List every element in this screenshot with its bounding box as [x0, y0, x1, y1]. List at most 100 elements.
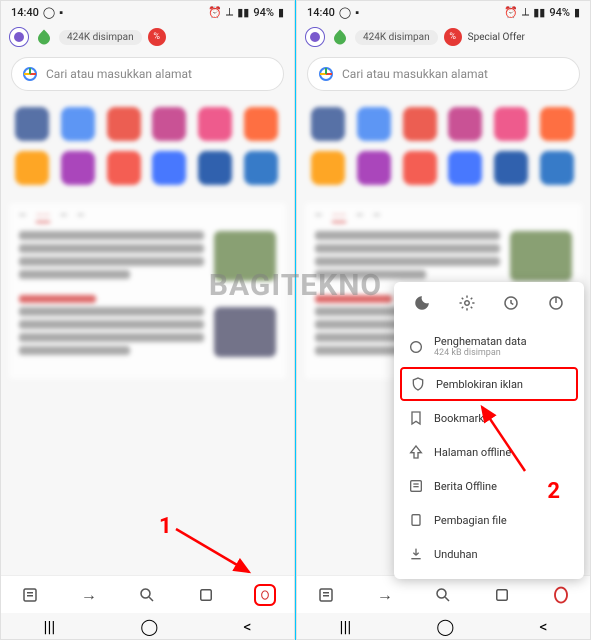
- system-nav: ||| ◯ <: [297, 613, 590, 639]
- share-icon: [408, 512, 424, 528]
- news-feed: —————: [9, 203, 286, 379]
- discount-badge[interactable]: %: [148, 28, 166, 46]
- menu-download-label: Unduhan: [434, 548, 570, 561]
- menu-data-savings-sub: 424 kB disimpan: [434, 348, 570, 358]
- search-bar[interactable]: Cari atau masukkan alamat: [11, 57, 284, 91]
- speed-dial-tile[interactable]: [494, 107, 528, 141]
- menu-data-savings[interactable]: Penghematan data 424 kB disimpan: [394, 326, 584, 367]
- menu-file-share[interactable]: Pembagian file: [394, 503, 584, 537]
- battery-text: 94%: [253, 6, 274, 19]
- feed-button[interactable]: [19, 584, 41, 606]
- feed-button[interactable]: [315, 584, 337, 606]
- speed-dial-tile[interactable]: [244, 107, 278, 141]
- search-placeholder: Cari atau masukkan alamat: [342, 67, 569, 81]
- data-savings-leaf-icon[interactable]: [35, 28, 53, 46]
- home-key[interactable]: ◯: [436, 617, 454, 636]
- status-time: 14:40: [11, 6, 39, 19]
- discount-badge[interactable]: %: [444, 28, 462, 46]
- history-icon[interactable]: [502, 294, 520, 316]
- settings-icon[interactable]: [458, 294, 476, 316]
- speed-dial-tile[interactable]: [244, 151, 278, 185]
- speed-dial-tile[interactable]: [311, 107, 345, 141]
- wifi-icon: ⟂: [522, 5, 529, 19]
- alarm-icon: ⏰: [208, 6, 222, 19]
- camera-icon: ▪: [59, 6, 63, 19]
- speed-dial-tile[interactable]: [152, 107, 186, 141]
- speed-dial-tile[interactable]: [403, 151, 437, 185]
- back-key[interactable]: <: [243, 617, 251, 636]
- tabs-button[interactable]: [195, 584, 217, 606]
- bottom-nav: →: [297, 575, 590, 613]
- left-screenshot: 14:40 ◯ ▪ ⏰ ⟂ ▮▮ 94% ▮ 424K disimpan % C…: [0, 0, 295, 640]
- menu-data-savings-title: Penghematan data: [434, 335, 527, 348]
- speed-dial-grid: [297, 97, 590, 195]
- news-icon: [408, 478, 424, 494]
- battery-icon: ▮: [278, 6, 284, 19]
- google-icon: [318, 66, 334, 82]
- data-saved-chip[interactable]: 424K disimpan: [355, 30, 438, 45]
- recents-key[interactable]: |||: [340, 617, 352, 636]
- bookmark-icon: [408, 410, 424, 426]
- back-key[interactable]: <: [539, 617, 547, 636]
- search-button[interactable]: [136, 584, 158, 606]
- status-bar: 14:40 ◯ ▪ ⏰ ⟂ ▮▮ 94% ▮: [297, 1, 590, 23]
- speed-dial-tile[interactable]: [198, 151, 232, 185]
- speed-dial-tile[interactable]: [448, 151, 482, 185]
- opera-menu-button[interactable]: [550, 584, 572, 606]
- data-savings-leaf-icon[interactable]: [331, 28, 349, 46]
- speed-dial-tile[interactable]: [15, 107, 49, 141]
- exit-icon[interactable]: [547, 294, 565, 316]
- status-bar: 14:40 ◯ ▪ ⏰ ⟂ ▮▮ 94% ▮: [1, 1, 294, 23]
- speed-dial-tile[interactable]: [448, 107, 482, 141]
- speed-dial-tile[interactable]: [107, 151, 141, 185]
- home-key[interactable]: ◯: [140, 617, 158, 636]
- annotation-number-2: 2: [547, 479, 560, 504]
- right-screenshot: 14:40 ◯ ▪ ⏰ ⟂ ▮▮ 94% ▮ 424K disimpan % S…: [296, 0, 591, 640]
- search-placeholder: Cari atau masukkan alamat: [46, 67, 273, 81]
- tabs-button[interactable]: [491, 584, 513, 606]
- data-saved-chip[interactable]: 424K disimpan: [59, 30, 142, 45]
- speed-dial-tile[interactable]: [198, 107, 232, 141]
- google-icon: [22, 66, 38, 82]
- forward-button[interactable]: →: [78, 584, 100, 606]
- speed-dial-tile[interactable]: [403, 107, 437, 141]
- profile-avatar[interactable]: [305, 27, 325, 47]
- opera-status-icon: ◯: [43, 6, 55, 19]
- menu-adblock[interactable]: Pemblokiran iklan: [400, 367, 578, 401]
- speed-dial-tile[interactable]: [152, 151, 186, 185]
- speed-dial-tile[interactable]: [107, 107, 141, 141]
- speed-dial-tile[interactable]: [357, 107, 391, 141]
- special-offer-label[interactable]: Special Offer: [468, 32, 525, 43]
- search-bar[interactable]: Cari atau masukkan alamat: [307, 57, 580, 91]
- speed-dial-tile[interactable]: [15, 151, 49, 185]
- menu-file-share-label: Pembagian file: [434, 514, 570, 527]
- header-chips: 424K disimpan % Special Offer: [297, 23, 590, 51]
- battery-text: 94%: [549, 6, 570, 19]
- speed-dial-tile[interactable]: [357, 151, 391, 185]
- download-icon: [408, 546, 424, 562]
- alarm-icon: ⏰: [504, 6, 518, 19]
- recents-key[interactable]: |||: [44, 617, 56, 636]
- search-button[interactable]: [432, 584, 454, 606]
- airplane-icon: [408, 444, 424, 460]
- shield-icon: [410, 376, 426, 392]
- speed-dial-tile[interactable]: [311, 151, 345, 185]
- wifi-icon: ⟂: [226, 5, 233, 19]
- speed-dial-tile[interactable]: [540, 107, 574, 141]
- opera-menu-button[interactable]: [254, 584, 276, 606]
- annotation-arrow-2: [470, 399, 540, 479]
- menu-adblock-label: Pemblokiran iklan: [436, 378, 568, 391]
- speed-dial-tile[interactable]: [494, 151, 528, 185]
- signal-icon: ▮▮: [533, 6, 545, 19]
- speed-dial-tile[interactable]: [61, 151, 95, 185]
- header-chips: 424K disimpan %: [1, 23, 294, 51]
- forward-button[interactable]: →: [374, 584, 396, 606]
- night-mode-icon[interactable]: [413, 294, 431, 316]
- menu-download[interactable]: Unduhan: [394, 537, 584, 571]
- battery-icon: ▮: [574, 6, 580, 19]
- speed-dial-tile[interactable]: [61, 107, 95, 141]
- speed-dial-tile[interactable]: [540, 151, 574, 185]
- signal-icon: ▮▮: [237, 6, 249, 19]
- profile-avatar[interactable]: [9, 27, 29, 47]
- opera-status-icon: ◯: [339, 6, 351, 19]
